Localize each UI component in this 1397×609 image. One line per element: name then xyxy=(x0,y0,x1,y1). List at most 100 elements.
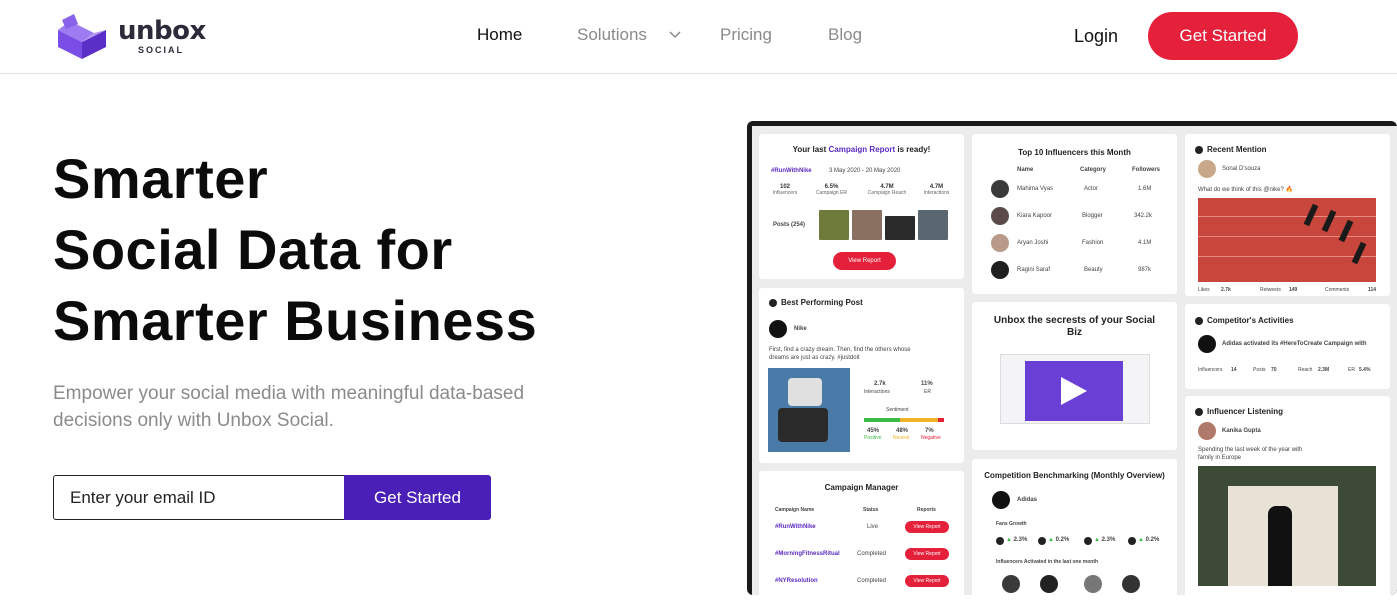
video-card: Unbox the secrests of your Social Biz xyxy=(972,302,1177,450)
best-post-card: Best Performing Post Nike First, find a … xyxy=(759,288,964,463)
competitor-title: Competitor's Activities xyxy=(1195,316,1294,325)
influencer-avatar xyxy=(1002,575,1020,593)
growth-value: ▲ 0.2% xyxy=(1138,537,1160,543)
view-report-button[interactable]: View Report xyxy=(905,575,949,587)
recent-mention-title-text: Recent Mention xyxy=(1207,145,1267,154)
stat-campaign-er: 6.5% Campaign ER xyxy=(809,184,854,196)
adidas-logo-icon xyxy=(1198,335,1216,353)
platform-icon xyxy=(996,537,1004,545)
influencer-followers: 4.1M xyxy=(1138,240,1152,246)
dashboard-preview: Your last Campaign Report is ready! #Run… xyxy=(747,121,1397,595)
nav-solutions-link[interactable]: Solutions xyxy=(577,25,647,45)
likes-label: Likes xyxy=(1198,287,1210,293)
play-icon[interactable] xyxy=(1059,375,1089,407)
view-report-button[interactable]: View Report xyxy=(905,521,949,533)
retweets-label: Retweets xyxy=(1260,287,1281,293)
stat-reach-label: Campaign Reach xyxy=(867,190,907,196)
top-influencers-card: Top 10 Influencers this Month Name Categ… xyxy=(972,134,1177,294)
mention-icon xyxy=(1195,145,1203,154)
hero-heading: Smarter Social Data for Smarter Business xyxy=(53,143,537,356)
user-avatar xyxy=(1198,422,1216,440)
positive-value: 45% xyxy=(867,428,880,434)
campaign-dates: 3 May 2020 - 20 May 2020 xyxy=(829,168,901,174)
login-link[interactable]: Login xyxy=(1074,26,1118,47)
comp-influencers-label: Influencers xyxy=(1198,367,1223,373)
listening-title-text: Influencer Listening xyxy=(1207,407,1284,416)
video-thumbnail[interactable] xyxy=(1000,354,1150,424)
growth-value-text: 2.3% xyxy=(1013,537,1028,543)
hero-heading-line-1: Smarter xyxy=(53,147,269,210)
influencer-name[interactable]: Kiara Kapoor xyxy=(1017,213,1052,219)
unbox-social-logo[interactable]: unbox SOCIAL xyxy=(56,12,206,62)
influencer-avatar xyxy=(991,261,1009,279)
box-logo-icon xyxy=(58,14,106,59)
influencer-avatar xyxy=(1122,575,1140,593)
growth-value: ▲ 0.2% xyxy=(1048,537,1070,543)
sentiment-bar xyxy=(864,418,944,422)
post-thumbnail[interactable] xyxy=(885,216,915,240)
chevron-down-icon[interactable] xyxy=(668,27,682,41)
er-label: ER xyxy=(924,389,931,395)
nav-pricing-link[interactable]: Pricing xyxy=(720,25,772,45)
influencer-name[interactable]: Aryan Joshi xyxy=(1017,240,1048,246)
listening-icon xyxy=(1195,407,1203,416)
view-report-button[interactable]: View Report xyxy=(905,548,949,560)
header-get-started-button[interactable]: Get Started xyxy=(1148,12,1298,60)
mention-user[interactable]: Sonal D'souza xyxy=(1222,166,1261,172)
campaign-report-link[interactable]: Campaign Report xyxy=(829,145,896,154)
listening-user[interactable]: Kanika Gupta xyxy=(1222,428,1261,434)
comp-reach-label: Reach xyxy=(1298,367,1313,373)
email-input[interactable]: Enter your email ID xyxy=(53,475,345,520)
post-thumbnail[interactable] xyxy=(819,210,849,240)
platform-icon xyxy=(1038,537,1046,545)
stat-interactions: 4.7M Interactions xyxy=(914,184,959,196)
influencer-category: Beauty xyxy=(1084,267,1103,273)
likes-value: 2.7k xyxy=(1221,287,1231,293)
listening-text: Spending the last week of the year with … xyxy=(1198,447,1303,461)
hero-get-started-button[interactable]: Get Started xyxy=(344,475,491,520)
logo-wordmark: unbox xyxy=(118,16,206,46)
influencer-name[interactable]: Mahima Vyas xyxy=(1017,186,1053,192)
growth-value: ▲ 2.3% xyxy=(1094,537,1116,543)
post-image[interactable] xyxy=(768,368,850,452)
benchmark-brand: Adidas xyxy=(1017,497,1038,503)
growth-value-text: 2.3% xyxy=(1101,537,1116,543)
listening-image[interactable] xyxy=(1198,466,1376,586)
stat-influencers-label: Influencers xyxy=(772,190,798,196)
positive-label: Positive xyxy=(864,435,882,441)
nav-blog-link[interactable]: Blog xyxy=(828,25,862,45)
best-post-title: Best Performing Post xyxy=(769,298,863,307)
fans-growth-label: Fans Growth xyxy=(996,521,1027,527)
campaign-row-name[interactable]: #RunWithNike xyxy=(775,524,816,530)
sentiment-label: Sentiment xyxy=(886,407,909,413)
mention-text: What do we think of this @nike? 🔥 xyxy=(1198,187,1293,193)
interactions-label: Interactions xyxy=(864,389,890,395)
mention-image[interactable] xyxy=(1198,198,1376,282)
campaign-hashtag: #RunWithNike xyxy=(771,168,812,174)
campaign-row-name[interactable]: #NYResolution xyxy=(775,578,818,584)
best-post-title-text: Best Performing Post xyxy=(781,298,863,307)
nav-home-link[interactable]: Home xyxy=(477,25,522,45)
influencer-category: Fashion xyxy=(1082,240,1104,246)
campaign-report-title-post: is ready! xyxy=(895,145,931,154)
post-thumbnail[interactable] xyxy=(852,210,882,240)
view-report-button[interactable]: View Report xyxy=(833,252,896,270)
stat-influencers: 102 Influencers xyxy=(765,184,805,196)
competitor-activities-card: Competitor's Activities Adidas activated… xyxy=(1185,304,1390,389)
negative-value: 7% xyxy=(925,428,934,434)
comp-posts-label: Posts xyxy=(1253,367,1266,373)
top-influencers-title: Top 10 Influencers this Month xyxy=(1018,148,1131,157)
influencer-name[interactable]: Ragini Saraf xyxy=(1017,267,1050,273)
competitor-title-text: Competitor's Activities xyxy=(1207,316,1294,325)
stat-interactions-label: Interactions xyxy=(923,190,950,196)
influencer-avatar xyxy=(991,207,1009,225)
campaign-manager-title: Campaign Manager xyxy=(824,483,899,492)
col-name: Name xyxy=(1017,167,1034,173)
logo-subtitle: SOCIAL xyxy=(138,45,185,55)
influencer-avatar xyxy=(991,234,1009,252)
col-campaign-name: Campaign Name xyxy=(775,507,815,513)
campaign-row-name[interactable]: #MorningFitnessRitual xyxy=(775,551,840,557)
post-thumbnail[interactable] xyxy=(918,210,948,240)
col-status: Status xyxy=(863,507,879,513)
comments-value: 114 xyxy=(1368,287,1377,293)
